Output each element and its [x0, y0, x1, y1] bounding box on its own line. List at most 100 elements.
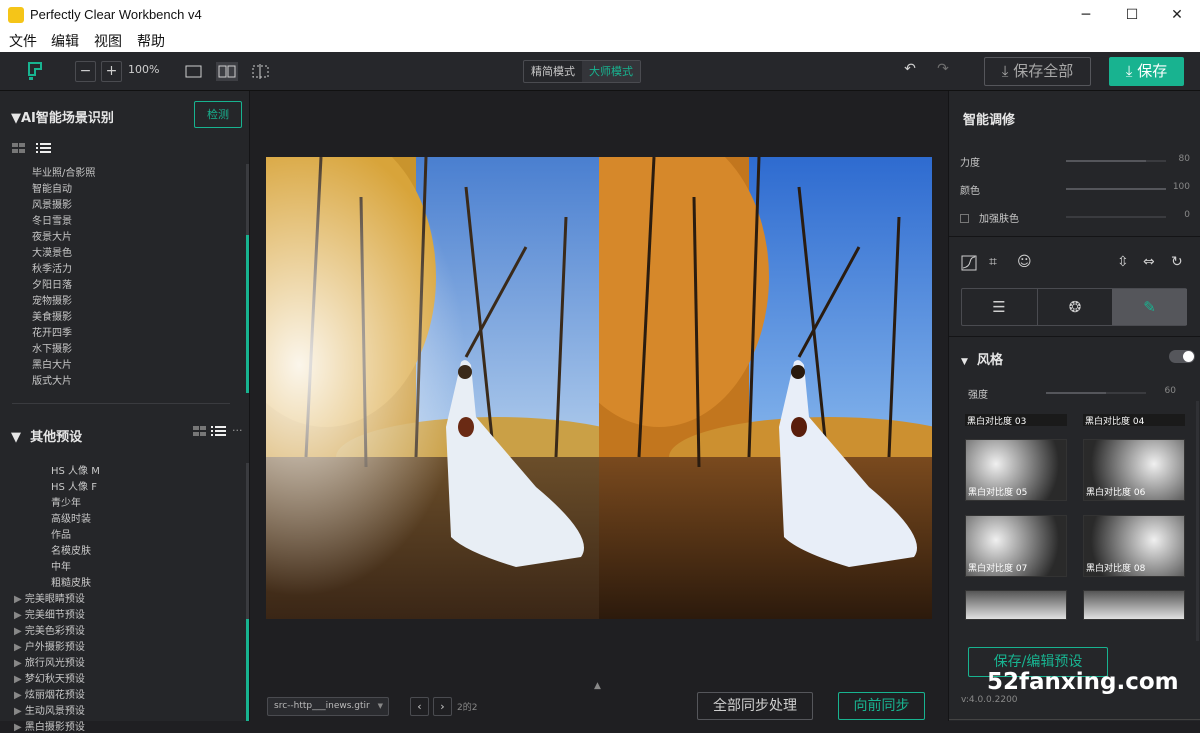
style-toggle[interactable]: [1169, 350, 1195, 363]
tab-master-mode[interactable]: 大师模式: [582, 61, 640, 82]
tool-tabs: ☰ ❂ ✎: [961, 288, 1187, 326]
list-view-icon[interactable]: [211, 425, 227, 438]
preset-item[interactable]: 高级时装: [51, 510, 91, 525]
preset-item[interactable]: 中年: [51, 558, 71, 573]
preset-item[interactable]: 粗糙皮肤: [51, 574, 91, 589]
adjust-slider[interactable]: 力度 80: [960, 154, 1190, 169]
undo-icon[interactable]: ↶: [900, 61, 920, 77]
preset-item[interactable]: HS 人像 M: [51, 462, 100, 477]
preset-item[interactable]: 名模皮肤: [51, 542, 91, 557]
style-thumb[interactable]: 黑白对比度 07: [965, 515, 1067, 577]
style-thumb[interactable]: 黑白对比度 08: [1083, 515, 1185, 577]
other-presets-section[interactable]: ▼ 其他预设: [11, 426, 82, 445]
curves-icon[interactable]: [961, 255, 977, 271]
ai-scene-item[interactable]: 智能自动: [32, 180, 72, 195]
preset-group[interactable]: ▶ 梦幻秋天预设: [14, 670, 85, 685]
more-options-icon[interactable]: ···: [232, 424, 243, 437]
next-image-button[interactable]: ›: [433, 697, 452, 716]
corrected-photo[interactable]: [599, 157, 932, 619]
crop-compare-icon[interactable]: [251, 63, 270, 80]
face-icon[interactable]: ☺: [1017, 254, 1032, 270]
collapse-arrow-icon[interactable]: ▲: [594, 681, 601, 691]
adjust-sliders-icon[interactable]: ☰: [962, 289, 1036, 325]
rotate-icon[interactable]: ↻: [1171, 254, 1183, 270]
style-thumb[interactable]: [965, 590, 1067, 620]
style-thumb[interactable]: 黑白对比度 06: [1083, 439, 1185, 501]
ai-scene-item[interactable]: 夕阳日落: [32, 276, 72, 291]
prev-image-button[interactable]: ‹: [410, 697, 429, 716]
crop-icon[interactable]: ⌗: [989, 254, 997, 270]
style-thumb-label[interactable]: 黑白对比度 03: [965, 414, 1067, 426]
zoom-in-button[interactable]: +: [101, 61, 122, 82]
ai-scene-item[interactable]: 大漠景色: [32, 244, 72, 259]
ai-scene-item[interactable]: 版式大片: [32, 372, 72, 387]
menu-view[interactable]: 视图: [94, 31, 122, 51]
list-view-icon[interactable]: [36, 142, 52, 155]
preset-item[interactable]: 青少年: [51, 494, 81, 509]
preset-group[interactable]: ▶ 完美细节预设: [14, 606, 85, 621]
menu-help[interactable]: 帮助: [137, 31, 165, 51]
presets-scroll-thumb[interactable]: [246, 619, 249, 721]
menu-edit[interactable]: 编辑: [51, 31, 79, 51]
flip-vertical-icon[interactable]: ⇳: [1117, 254, 1129, 270]
strength-slider-track[interactable]: [1046, 392, 1146, 394]
ai-scene-item[interactable]: 风景摄影: [32, 196, 72, 211]
file-select[interactable]: src--http___inews.gtir ▼: [267, 697, 389, 716]
tab-simple-mode[interactable]: 精简模式: [524, 61, 582, 82]
ai-scene-item[interactable]: 秋季活力: [32, 260, 72, 275]
close-button[interactable]: ✕: [1154, 0, 1200, 30]
save-all-button[interactable]: ⤓ 保存全部: [984, 57, 1091, 86]
slider-track[interactable]: [1066, 188, 1166, 190]
preset-item[interactable]: 作品: [51, 526, 71, 541]
style-thumb[interactable]: 黑白对比度 05: [965, 439, 1067, 501]
preset-group[interactable]: ▶ 黑白摄影预设: [14, 718, 85, 733]
skin-checkbox[interactable]: [960, 214, 969, 223]
split-view-icon[interactable]: [216, 62, 238, 81]
zoom-out-button[interactable]: −: [75, 61, 96, 82]
preset-group[interactable]: ▶ 旅行风光预设: [14, 654, 85, 669]
preset-group[interactable]: ▶ 完美色彩预设: [14, 622, 85, 637]
ai-scene-item[interactable]: 宠物摄影: [32, 292, 72, 307]
preset-item[interactable]: HS 人像 F: [51, 478, 97, 493]
ai-scene-item[interactable]: 水下摄影: [32, 340, 72, 355]
style-section[interactable]: ▼ 风格: [961, 349, 1003, 368]
ai-scene-item[interactable]: 毕业照/合影照: [32, 164, 95, 179]
ai-scene-item[interactable]: 黑白大片: [32, 356, 72, 371]
maximize-button[interactable]: ☐: [1109, 0, 1155, 30]
ai-scene-item[interactable]: 美食摄影: [32, 308, 72, 323]
slider-track[interactable]: [1066, 160, 1166, 162]
single-view-icon[interactable]: [185, 65, 202, 78]
detect-button[interactable]: 检测: [194, 101, 242, 128]
grid-view-icon[interactable]: [193, 426, 207, 437]
adjust-slider[interactable]: 加强肤色 0: [960, 210, 1190, 225]
preset-group[interactable]: ▶ 生动风景预设: [14, 702, 85, 717]
minimize-button[interactable]: ─: [1063, 0, 1109, 30]
ai-scene-item[interactable]: 冬日雪景: [32, 212, 72, 227]
style-thumb[interactable]: [1083, 590, 1185, 620]
preset-group[interactable]: ▶ 炫丽烟花预设: [14, 686, 85, 701]
slider-track[interactable]: [1066, 216, 1166, 218]
effects-icon[interactable]: ❂: [1037, 289, 1112, 325]
style-palette-icon[interactable]: ✎: [1112, 289, 1187, 325]
ai-scene-item[interactable]: 夜景大片: [32, 228, 72, 243]
ai-scene-section[interactable]: ▼AI智能场景识别: [11, 107, 114, 126]
divider: [949, 719, 1200, 720]
flip-horizontal-icon[interactable]: ⇔: [1143, 254, 1155, 270]
save-button[interactable]: ⤓ 保存: [1109, 57, 1184, 86]
strength-slider[interactable]: 强度 60: [968, 386, 1176, 401]
sync-all-button[interactable]: 全部同步处理: [697, 692, 813, 720]
style-thumb-label: 黑白对比度 07: [968, 564, 1028, 574]
menu-file[interactable]: 文件: [9, 31, 37, 51]
grid-view-icon[interactable]: [12, 143, 26, 154]
style-scrollbar[interactable]: [1196, 401, 1199, 641]
redo-icon[interactable]: ↷: [933, 61, 953, 77]
ai-list-scroll-thumb[interactable]: [246, 235, 249, 393]
preset-group[interactable]: ▶ 完美眼睛预设: [14, 590, 85, 605]
original-photo[interactable]: [266, 157, 599, 619]
style-thumb-label[interactable]: 黑白对比度 04: [1083, 414, 1185, 426]
preset-group[interactable]: ▶ 户外摄影预设: [14, 638, 85, 653]
adjust-slider[interactable]: 颜色 100: [960, 182, 1190, 197]
ai-scene-item[interactable]: 花开四季: [32, 324, 72, 339]
sync-forward-button[interactable]: 向前同步: [838, 692, 925, 720]
collapse-triangle-icon: ▼: [961, 357, 968, 367]
